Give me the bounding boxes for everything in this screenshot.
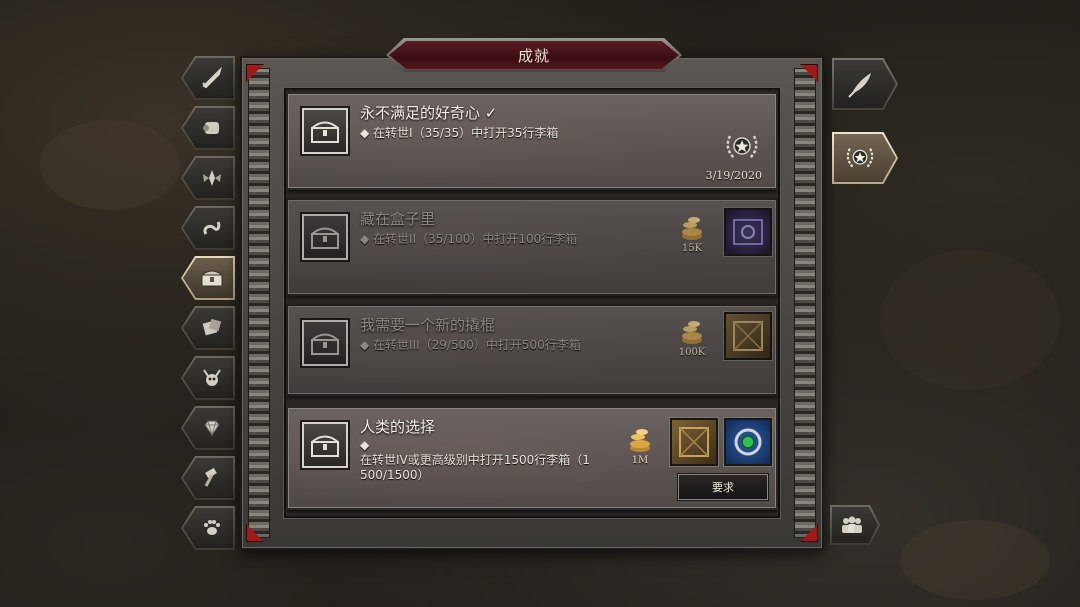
- gold-reward: 15K: [672, 214, 712, 254]
- requirements-button[interactable]: 要求: [678, 474, 768, 500]
- achievement-card[interactable]: 藏在盒子里 ◆ 在转世II（35/100）中打开100行李箱 15K: [286, 198, 778, 296]
- achievement-title: 我需要一个新的撬棍: [360, 316, 496, 334]
- achievement-description: ◆ 在转世II（35/100）中打开100行李箱: [360, 232, 578, 246]
- group-icon: [842, 516, 862, 533]
- gem-icon: [204, 420, 220, 437]
- description-line: 在转世IV或更高级别中打开1500行李箱（1: [360, 453, 590, 467]
- chest-icon: [311, 435, 339, 457]
- achievement-icon: [302, 422, 348, 468]
- gold-coins-icon: [682, 321, 702, 344]
- gold-coins-icon: [682, 217, 702, 240]
- achievement-title: 藏在盒子里: [360, 210, 436, 228]
- description-bullet: ◆: [360, 438, 370, 452]
- quill-icon: [848, 73, 871, 98]
- gold-reward: 1M: [620, 426, 660, 466]
- achievement-card[interactable]: 我需要一个新的撬棍 ◆ 在转世III（29/500）中打开500行李箱 100K: [286, 304, 778, 396]
- achievement-title: 永不满足的好奇心 ✓: [360, 104, 498, 122]
- laurel-star-icon: [722, 130, 762, 168]
- achievement-icon: [302, 214, 348, 260]
- social-button[interactable]: [830, 505, 880, 545]
- page-title: 成就: [517, 46, 550, 65]
- achievement-title: 人类的选择: [360, 418, 436, 436]
- paw-icon: [204, 520, 220, 535]
- chain-border-left: [248, 68, 270, 538]
- category-tab-dice[interactable]: [181, 306, 235, 350]
- gold-amount: 1M: [631, 455, 649, 466]
- title-plate: 成就: [386, 38, 682, 72]
- gold-amount: 100K: [678, 347, 706, 358]
- gold-coins-icon: [630, 429, 650, 452]
- completion-date: 3/19/2020: [705, 169, 762, 182]
- laurel-star-icon: [846, 148, 874, 169]
- category-tab-sword[interactable]: [181, 56, 235, 100]
- background-barrel: [900, 520, 1050, 600]
- category-tab-wings[interactable]: [181, 156, 235, 200]
- serpent-icon: [203, 221, 221, 235]
- chest-icon: [311, 333, 339, 355]
- chest-icon: [200, 270, 224, 287]
- achievement-card[interactable]: 永不满足的好奇心 ✓ ◆ 在转世I（35/35）中打开35行李箱 3/19/20…: [286, 92, 778, 190]
- wings-icon: [203, 170, 221, 186]
- achievement-description: ◆ 在转世III（29/500）中打开500行李箱: [360, 338, 581, 352]
- chest-icon: [311, 121, 339, 143]
- category-tab-hammer[interactable]: [181, 456, 235, 500]
- purple-chest-reward-icon: [724, 208, 772, 256]
- gold-reward: 100K: [672, 318, 712, 358]
- gold-amount: 15K: [681, 243, 703, 254]
- achievement-icon: [302, 108, 348, 154]
- demon-skull-icon: [203, 369, 221, 386]
- chain-border-right: [794, 68, 816, 538]
- description-line: 500/1500）: [360, 468, 430, 482]
- emerald-amulet-reward-icon: [724, 418, 772, 466]
- wooden-crate-reward-icon: [724, 312, 772, 360]
- category-tab-chest[interactable]: [181, 256, 235, 300]
- wooden-crate-reward-icon: [670, 418, 718, 466]
- category-tab-demon[interactable]: [181, 356, 235, 400]
- category-tab-gem[interactable]: [181, 406, 235, 450]
- sword-icon: [202, 66, 222, 89]
- dice-icon: [202, 318, 222, 336]
- scroll-icon: [203, 122, 219, 134]
- chest-icon: [311, 227, 339, 249]
- achievement-description: ◆ 在转世I（35/35）中打开35行李箱: [360, 126, 559, 140]
- tab-feather[interactable]: [832, 58, 898, 110]
- hammer-icon: [204, 467, 217, 487]
- category-tab-serpent[interactable]: [181, 206, 235, 250]
- category-tab-paw[interactable]: [181, 506, 235, 550]
- achievement-card[interactable]: 人类的选择 ◆ 在转世IV或更高级别中打开1500行李箱（1 500/1500）…: [286, 406, 778, 510]
- achievement-description: ◆ 在转世IV或更高级别中打开1500行李箱（1 500/1500）: [360, 438, 590, 483]
- category-tab-scroll[interactable]: [181, 106, 235, 150]
- tab-achievements[interactable]: [832, 132, 898, 184]
- background-rock: [40, 120, 180, 210]
- achievement-icon: [302, 320, 348, 366]
- background-tree: [880, 250, 1060, 390]
